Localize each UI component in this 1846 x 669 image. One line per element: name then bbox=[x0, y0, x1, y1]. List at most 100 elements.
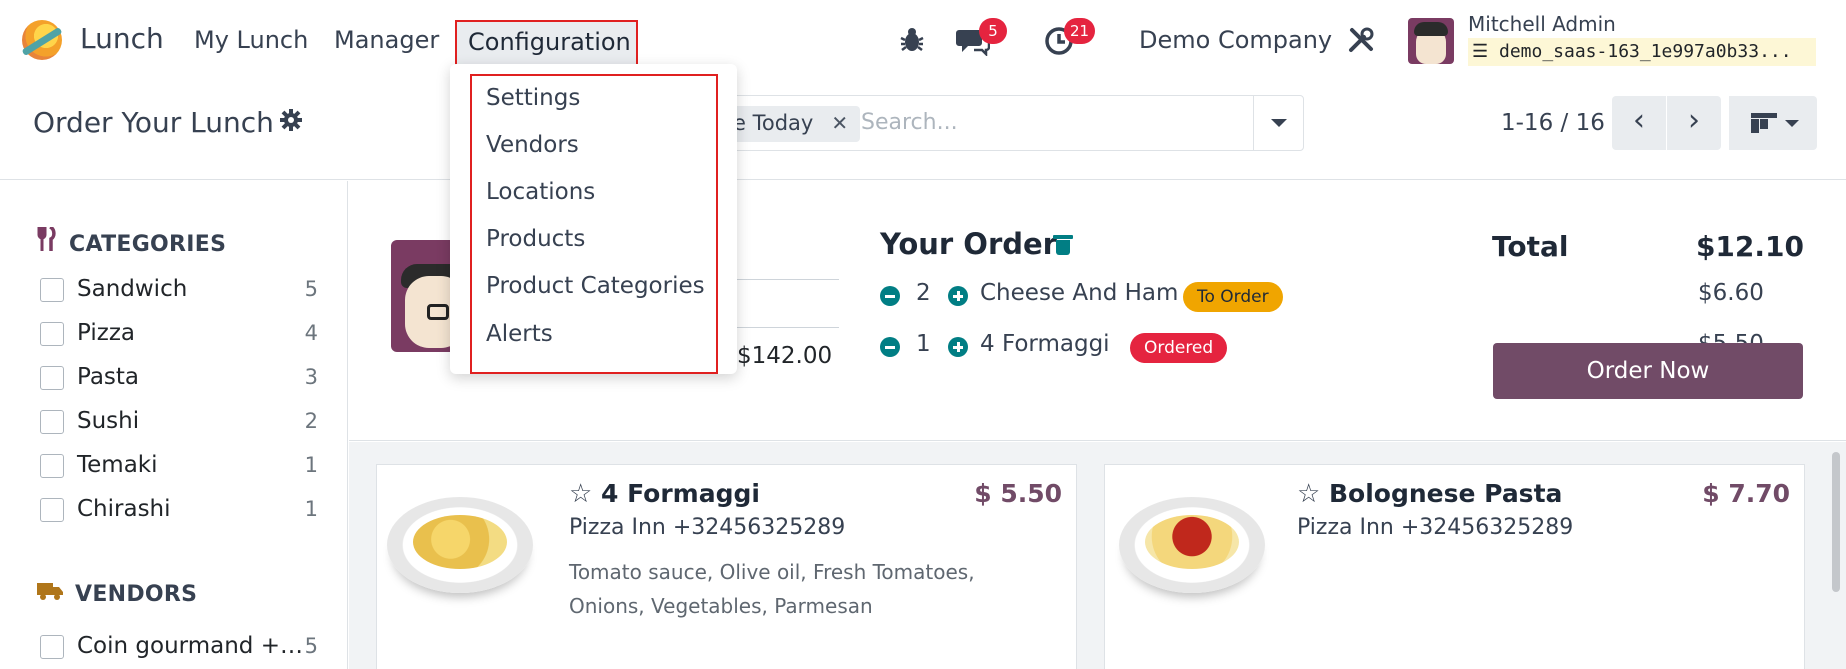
search-facet-label: e Today bbox=[733, 111, 814, 135]
minus-circle-icon[interactable] bbox=[880, 286, 900, 306]
database-icon: ☰ bbox=[1472, 41, 1489, 62]
scrollbar[interactable] bbox=[1832, 452, 1840, 592]
order-line: 1 4 Formaggi Ordered $5.50 bbox=[880, 331, 1764, 365]
configuration-dropdown: Settings Vendors Locations Products Prod… bbox=[450, 64, 737, 374]
line-price: $6.60 bbox=[1698, 280, 1764, 306]
product-name: 4 Formaggi bbox=[601, 479, 760, 508]
category-filter-item[interactable]: Temaki 1 bbox=[40, 452, 318, 482]
menu-item-locations[interactable]: Locations bbox=[486, 179, 595, 205]
menu-item-alerts[interactable]: Alerts bbox=[486, 321, 553, 347]
category-filter-item[interactable]: Pizza 4 bbox=[40, 320, 318, 350]
vendor-filter-item[interactable]: Coin gourmand +… 5 bbox=[40, 633, 318, 663]
total-label: Total bbox=[1492, 230, 1569, 263]
product-description: Tomato sauce, Olive oil, Fresh Tomatoes,… bbox=[569, 560, 975, 618]
category-label: Sandwich bbox=[77, 276, 188, 302]
database-name: ☰ demo_saas-163_1e997a0b33... bbox=[1468, 38, 1816, 66]
truck-icon bbox=[37, 581, 63, 607]
vendor-count: 5 bbox=[304, 634, 318, 658]
product-card[interactable]: ☆ 4 Formaggi $ 5.50 Pizza Inn +324563252… bbox=[376, 464, 1077, 669]
line-product: Cheese And Ham bbox=[980, 280, 1179, 306]
line-quantity: 2 bbox=[916, 280, 931, 306]
company-switcher[interactable]: Demo Company bbox=[1139, 26, 1332, 54]
order-now-button[interactable]: Order Now bbox=[1493, 343, 1803, 399]
view-switcher[interactable] bbox=[1729, 96, 1817, 150]
kanban-view-icon bbox=[1751, 113, 1777, 133]
vendors-title: VENDORS bbox=[75, 582, 198, 607]
top-navbar: Lunch My Lunch Manager Configuration 5 2… bbox=[0, 0, 1846, 80]
chevron-left-icon[interactable]: ‹ bbox=[1612, 96, 1666, 150]
menu-item-products[interactable]: Products bbox=[486, 226, 585, 252]
product-price: $ 5.50 bbox=[974, 479, 1062, 508]
trash-icon[interactable] bbox=[1053, 235, 1073, 255]
status-badge: To Order bbox=[1183, 282, 1283, 312]
divider bbox=[737, 327, 839, 328]
category-count: 5 bbox=[304, 277, 318, 301]
user-name[interactable]: Mitchell Admin bbox=[1468, 12, 1616, 36]
category-filter-item[interactable]: Pasta 3 bbox=[40, 364, 318, 394]
category-label: Pizza bbox=[77, 320, 135, 346]
search-options-toggle[interactable] bbox=[1253, 96, 1303, 150]
minus-circle-icon[interactable] bbox=[880, 337, 900, 357]
menu-item-vendors[interactable]: Vendors bbox=[486, 132, 579, 158]
checkbox[interactable] bbox=[40, 635, 64, 659]
nav-manager[interactable]: Manager bbox=[334, 26, 439, 54]
database-label: demo_saas-163_1e997a0b33... bbox=[1498, 41, 1792, 62]
product-name: Bolognese Pasta bbox=[1329, 479, 1563, 508]
product-price: $ 7.70 bbox=[1702, 479, 1790, 508]
star-icon[interactable]: ☆ bbox=[1297, 479, 1320, 509]
category-label: Chirashi bbox=[77, 496, 171, 522]
product-vendor: Pizza Inn +32456325289 bbox=[1297, 515, 1574, 540]
product-kanban: ☆ 4 Formaggi $ 5.50 Pizza Inn +324563252… bbox=[349, 442, 1846, 669]
menu-item-product-categories[interactable]: Product Categories bbox=[486, 273, 705, 299]
status-badge: Ordered bbox=[1130, 333, 1228, 363]
category-count: 4 bbox=[304, 321, 318, 345]
categories-title: CATEGORIES bbox=[69, 232, 227, 257]
chevron-right-icon[interactable]: › bbox=[1667, 96, 1721, 150]
checkbox[interactable] bbox=[40, 322, 64, 346]
close-icon[interactable]: ✕ bbox=[831, 111, 848, 135]
category-filter-item[interactable]: Sandwich 5 bbox=[40, 276, 318, 306]
checkbox[interactable] bbox=[40, 278, 64, 302]
bug-icon[interactable] bbox=[899, 26, 925, 54]
category-filter-item[interactable]: Chirashi 1 bbox=[40, 496, 318, 526]
checkbox[interactable] bbox=[40, 410, 64, 434]
product-image bbox=[387, 497, 533, 593]
plus-circle-icon[interactable] bbox=[948, 286, 968, 306]
plus-circle-icon[interactable] bbox=[948, 337, 968, 357]
nav-my-lunch[interactable]: My Lunch bbox=[194, 26, 308, 54]
search-input[interactable]: Search... bbox=[861, 110, 958, 135]
user-avatar[interactable] bbox=[1408, 18, 1454, 64]
app-logo-icon[interactable] bbox=[22, 20, 62, 60]
cutlery-icon bbox=[37, 225, 57, 257]
search-facet[interactable]: e Today ✕ bbox=[721, 106, 861, 142]
tools-icon[interactable] bbox=[1347, 26, 1375, 54]
messages-badge: 5 bbox=[979, 18, 1007, 44]
divider bbox=[737, 279, 839, 280]
gear-icon[interactable] bbox=[279, 108, 303, 132]
your-order-title: Your Order bbox=[880, 227, 1057, 261]
category-count: 1 bbox=[304, 497, 318, 521]
category-label: Sushi bbox=[77, 408, 140, 434]
category-filter-item[interactable]: Sushi 2 bbox=[40, 408, 318, 438]
product-card[interactable]: ☆ Bolognese Pasta $ 7.70 Pizza Inn +3245… bbox=[1104, 464, 1805, 669]
category-count: 2 bbox=[304, 409, 318, 433]
app-name[interactable]: Lunch bbox=[80, 22, 164, 55]
pager-value[interactable]: 1-16 / 16 bbox=[1501, 110, 1605, 136]
total-value: $12.10 bbox=[1695, 230, 1804, 263]
star-icon[interactable]: ☆ bbox=[569, 479, 592, 509]
checkbox[interactable] bbox=[40, 498, 64, 522]
checkbox[interactable] bbox=[40, 454, 64, 478]
product-image bbox=[1119, 497, 1265, 593]
nav-configuration[interactable]: Configuration bbox=[455, 20, 638, 66]
checkbox[interactable] bbox=[40, 366, 64, 390]
category-count: 3 bbox=[304, 365, 318, 389]
vendor-label: Coin gourmand +… bbox=[77, 633, 303, 659]
menu-item-settings[interactable]: Settings bbox=[486, 85, 580, 111]
categories-header: CATEGORIES bbox=[37, 225, 227, 257]
category-label: Pasta bbox=[77, 364, 140, 390]
chevron-down-icon bbox=[1785, 120, 1799, 127]
search-bar[interactable]: e Today ✕ Search... bbox=[720, 95, 1304, 151]
line-quantity: 1 bbox=[916, 331, 931, 357]
line-product: 4 Formaggi bbox=[980, 331, 1110, 357]
filter-sidebar: CATEGORIES Sandwich 5 Pizza 4 Pasta 3 Su… bbox=[0, 181, 348, 669]
